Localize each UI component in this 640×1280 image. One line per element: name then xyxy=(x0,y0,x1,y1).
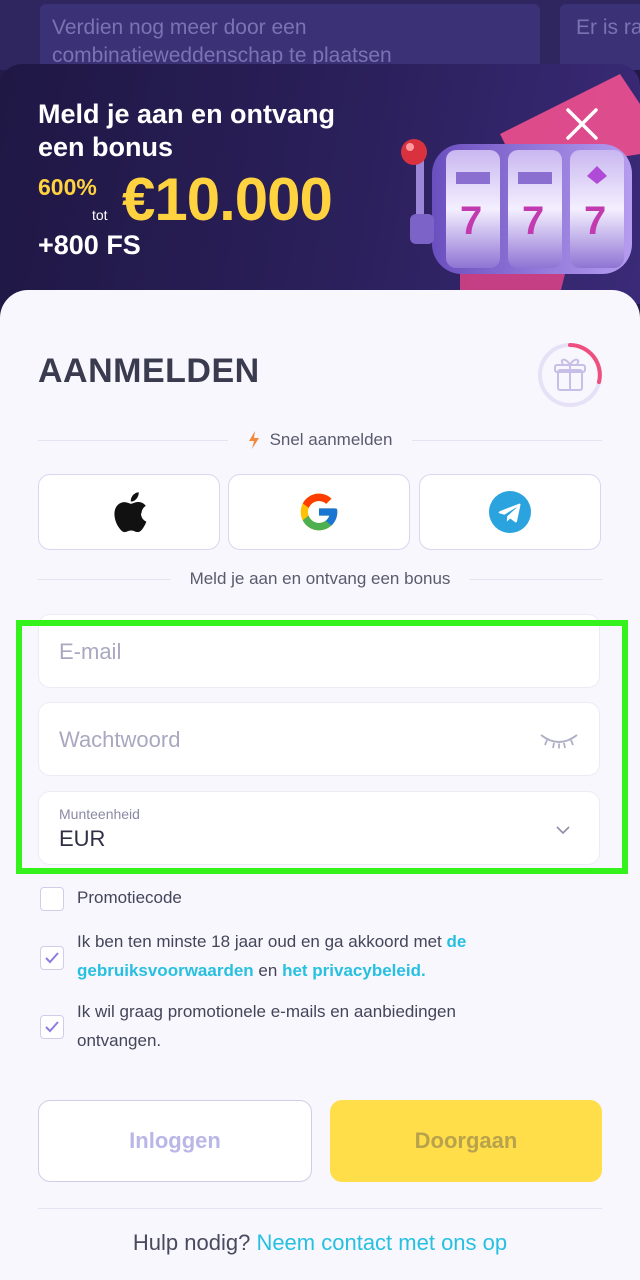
bonus-percent: 600% xyxy=(38,174,97,200)
telegram-signin-button[interactable] xyxy=(419,474,601,550)
apple-icon xyxy=(114,492,147,533)
telegram-icon xyxy=(489,491,531,533)
promo-checkbox[interactable] xyxy=(40,887,64,911)
bonus-divider: Meld je aan en ontvang een bonus xyxy=(38,567,602,591)
marketing-checkbox[interactable] xyxy=(40,1015,64,1039)
contact-link[interactable]: Neem contact met ons op xyxy=(256,1230,507,1255)
password-field[interactable]: Wachtwoord xyxy=(38,702,600,776)
currency-value: EUR xyxy=(59,826,106,851)
password-placeholder: Wachtwoord xyxy=(59,727,181,752)
terms-and: en xyxy=(258,961,278,980)
currency-select[interactable]: Munteenheid EUR xyxy=(38,791,600,865)
currency-label: Munteenheid xyxy=(59,806,140,822)
background-page: Verdien nog meer door een combinatiewedd… xyxy=(0,0,640,70)
svg-text:7: 7 xyxy=(522,199,544,243)
login-button[interactable]: Inloggen xyxy=(38,1100,312,1182)
terms-checkbox[interactable] xyxy=(40,946,64,970)
page-title: AANMELDEN xyxy=(38,352,260,390)
gift-button[interactable] xyxy=(537,342,603,408)
eye-closed-icon xyxy=(540,734,578,749)
svg-text:7: 7 xyxy=(584,199,606,243)
toggle-password-button[interactable] xyxy=(539,731,579,754)
bonus-amount: €10.000 xyxy=(122,166,333,233)
bonus-divider-label: Meld je aan en ontvang een bonus xyxy=(189,569,451,588)
email-placeholder: E-mail xyxy=(59,639,122,664)
close-icon xyxy=(566,108,598,140)
quick-signup-divider: Snel aanmelden xyxy=(38,428,602,452)
close-button[interactable] xyxy=(552,94,612,154)
privacy-link[interactable]: het privacybeleid. xyxy=(282,961,426,980)
svg-text:7: 7 xyxy=(460,199,482,243)
check-icon xyxy=(45,1021,59,1033)
gift-icon xyxy=(538,343,602,407)
bonus-free-spins: +800 FS xyxy=(38,230,141,260)
email-field[interactable]: E-mail xyxy=(38,614,600,688)
terms-label: Ik ben ten minste 18 jaar oud en ga akko… xyxy=(77,927,577,985)
signup-card: AANMELDEN Snel aanmelden Meld je aan en … xyxy=(0,290,640,1280)
background-text-right: Er is rakel xyxy=(576,16,640,39)
continue-button[interactable]: Doorgaan xyxy=(330,1100,602,1182)
google-signin-button[interactable] xyxy=(228,474,410,550)
footer-divider xyxy=(38,1208,602,1209)
google-icon xyxy=(300,493,338,531)
bonus-tot: tot xyxy=(92,207,108,223)
promo-label[interactable]: Promotiecode xyxy=(77,883,577,912)
marketing-label: Ik wil graag promotionele e-mails en aan… xyxy=(77,1002,456,1050)
help-row: Hulp nodig? Neem contact met ons op xyxy=(0,1230,640,1256)
background-text: Verdien nog meer door een combinatiewedd… xyxy=(52,16,392,67)
banner-title: Meld je aan en ontvang een bonus xyxy=(38,99,336,162)
help-text: Hulp nodig? xyxy=(132,1230,251,1255)
quick-signup-label: Snel aanmelden xyxy=(269,430,393,449)
check-icon xyxy=(45,952,59,964)
terms-text: Ik ben ten minste 18 jaar oud en ga akko… xyxy=(77,932,442,951)
lightning-icon xyxy=(248,431,259,449)
bonus-banner: Meld je aan en ontvang een bonus 600% to… xyxy=(0,64,640,304)
apple-signin-button[interactable] xyxy=(38,474,220,550)
chevron-down-icon xyxy=(555,822,571,840)
